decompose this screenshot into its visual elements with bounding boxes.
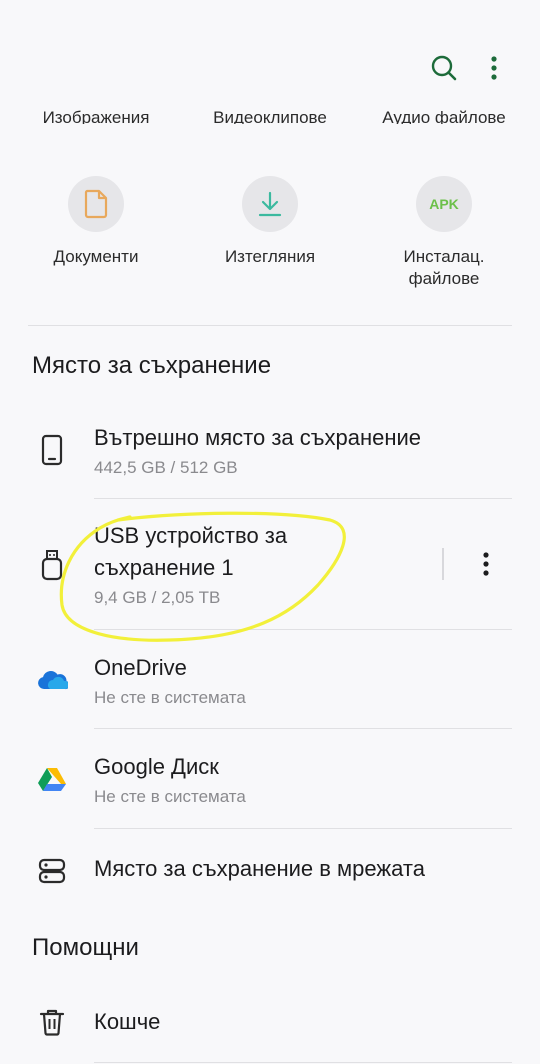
storage-item-usb[interactable]: USB устройство за съхранение 1 9,4 GB / … [0, 499, 540, 629]
category-documents[interactable]: Документи [16, 176, 176, 268]
more-vertical-icon [483, 552, 489, 576]
row-divider [94, 1062, 512, 1063]
onedrive-icon-wrap [34, 662, 70, 698]
storage-item-subtitle: 9,4 GB / 2,05 TB [94, 588, 221, 607]
category-documents-label: Документи [53, 247, 139, 266]
storage-item-google-drive[interactable]: Google Диск Не сте в системата [0, 729, 540, 828]
more-options-button[interactable] [474, 48, 514, 88]
storage-item-subtitle: Не сте в системата [94, 688, 246, 707]
storage-section-title: Място за съхранение [32, 352, 272, 379]
usb-icon-wrap [34, 547, 70, 583]
phone-icon-wrap [34, 432, 70, 468]
helpers-item-trash[interactable]: Кошче [0, 990, 540, 1056]
vertical-separator [442, 548, 444, 580]
storage-item-subtitle: 442,5 GB / 512 GB [94, 458, 238, 477]
network-storage-icon-wrap [34, 853, 70, 889]
category-installation-files[interactable]: APK Инсталац. файлове [364, 176, 524, 290]
category-videos-label[interactable]: Видеоклипове [190, 104, 350, 124]
storage-item-internal[interactable]: Вътрешно място за съхранение 442,5 GB / … [0, 410, 540, 498]
document-icon [84, 189, 108, 219]
category-apk-circle: APK [416, 176, 472, 232]
storage-item-onedrive[interactable]: OneDrive Не сте в системата [0, 630, 540, 728]
storage-item-title: Място за съхранение в мрежата [94, 856, 425, 881]
category-images-label[interactable]: Изображения [16, 104, 176, 124]
category-downloads-circle [242, 176, 298, 232]
helpers-item-title: Кошче [94, 1009, 161, 1034]
helpers-section-title: Помощни [32, 934, 139, 961]
search-button[interactable] [424, 48, 464, 88]
apk-icon: APK [429, 196, 459, 212]
storage-item-subtitle: Не сте в системата [94, 787, 246, 806]
category-installation-files-label: Инсталац. файлове [403, 247, 485, 288]
google-drive-icon-wrap [34, 761, 70, 797]
server-icon [38, 858, 66, 884]
phone-icon [41, 434, 63, 466]
category-documents-circle [68, 176, 124, 232]
google-drive-icon [38, 768, 66, 791]
category-downloads[interactable]: Изтегляния [190, 176, 350, 268]
section-divider [28, 325, 512, 326]
download-icon [258, 191, 282, 217]
storage-item-title: Вътрешно място за съхранение [94, 425, 422, 450]
more-vertical-icon [491, 56, 497, 80]
top-app-bar [0, 0, 540, 100]
storage-item-title: OneDrive [94, 655, 187, 680]
trash-icon [39, 1009, 65, 1036]
usb-drive-icon [41, 550, 63, 581]
storage-item-title: USB устройство за съхранение 1 [94, 523, 288, 580]
trash-icon-wrap [34, 1004, 70, 1040]
search-icon [431, 55, 457, 81]
usb-more-options-button[interactable] [468, 546, 504, 582]
storage-item-title: Google Диск [94, 754, 219, 779]
category-downloads-label: Изтегляния [224, 247, 316, 266]
onedrive-cloud-icon [38, 671, 68, 690]
storage-item-network[interactable]: Място за съхранение в мрежата [0, 829, 540, 913]
category-audio-label[interactable]: Аудио файлове [364, 104, 524, 124]
